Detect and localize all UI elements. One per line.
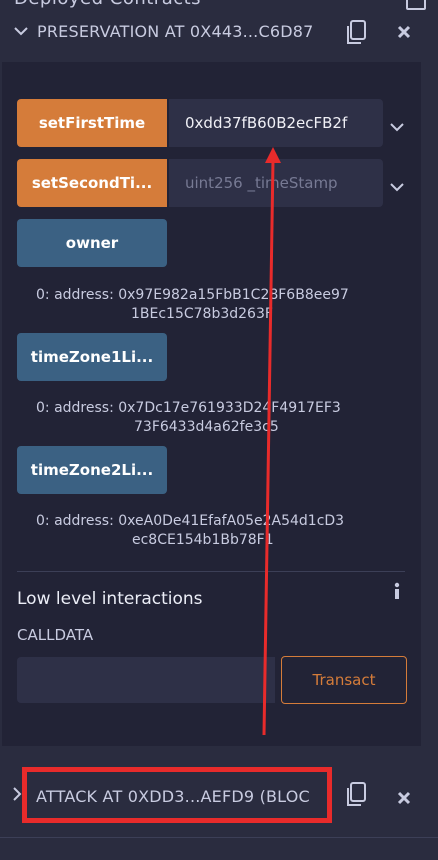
annotation-arrow	[262, 147, 281, 736]
